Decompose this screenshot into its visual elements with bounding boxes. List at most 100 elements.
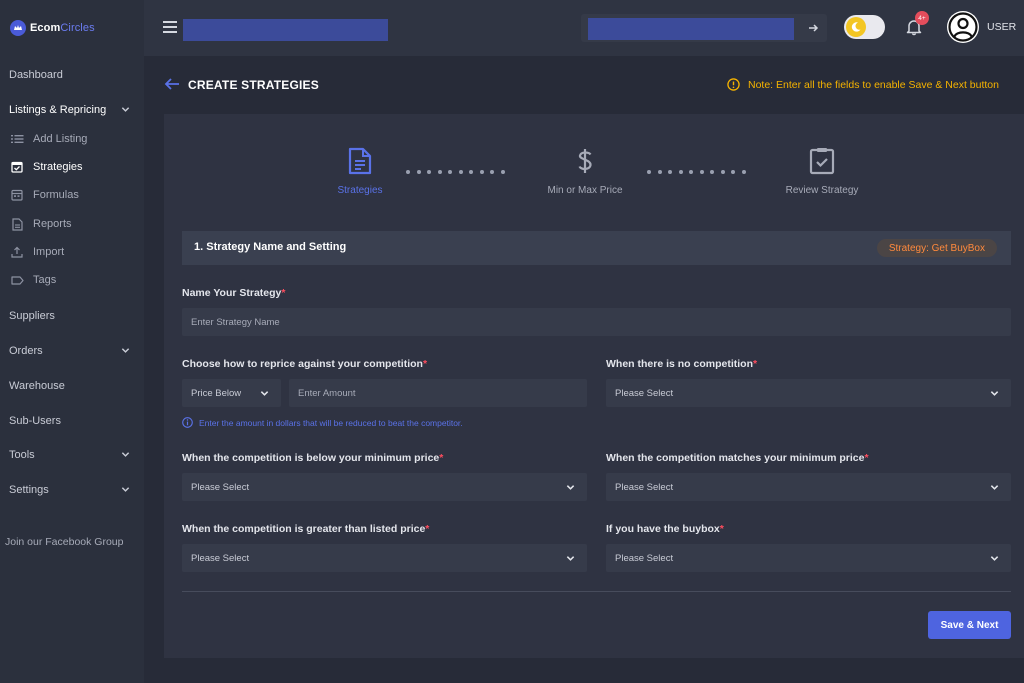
brand-logo[interactable]: EcomCircles bbox=[10, 18, 95, 38]
matches-min-select[interactable]: Please Select bbox=[606, 473, 1011, 501]
section-header: 1. Strategy Name and Setting Strategy: G… bbox=[182, 231, 1011, 265]
chevron-down-icon bbox=[990, 556, 999, 561]
chevron-down-icon bbox=[990, 391, 999, 396]
step-min-max-price[interactable]: Min or Max Price bbox=[535, 147, 635, 196]
search-input[interactable] bbox=[588, 18, 794, 40]
strategy-name-label: Name Your Strategy* bbox=[182, 287, 286, 299]
no-competition-select[interactable]: Please Select bbox=[606, 379, 1011, 407]
matches-min-label: When the competition matches your minimu… bbox=[606, 452, 869, 464]
select-value: Please Select bbox=[615, 552, 674, 564]
tag-icon bbox=[10, 273, 24, 287]
sidebar-subitem-label: Tags bbox=[33, 274, 57, 286]
sidebar-item-label: Sub-Users bbox=[9, 415, 61, 427]
document-icon bbox=[10, 217, 24, 231]
section-title: 1. Strategy Name and Setting bbox=[194, 241, 347, 253]
step-connector bbox=[406, 170, 505, 174]
select-value: Please Select bbox=[191, 552, 250, 564]
calendar-icon bbox=[10, 188, 24, 202]
chevron-down-icon bbox=[121, 452, 130, 457]
sidebar-item-suppliers[interactable]: Suppliers bbox=[0, 303, 144, 329]
sidebar-subitem-formulas[interactable]: Formulas bbox=[0, 183, 144, 207]
sidebar-subitem-import[interactable]: Import bbox=[0, 240, 144, 264]
sidebar-item-sub-users[interactable]: Sub-Users bbox=[0, 408, 144, 434]
chevron-down-icon bbox=[121, 107, 130, 112]
sidebar-subitem-tags[interactable]: Tags bbox=[0, 268, 144, 292]
form-divider bbox=[182, 591, 1011, 592]
list-icon bbox=[10, 132, 24, 146]
select-value: Please Select bbox=[615, 387, 674, 399]
reprice-amount-input[interactable] bbox=[289, 379, 587, 407]
sidebar-subitem-label: Import bbox=[33, 246, 65, 258]
no-competition-label: When there is no competition* bbox=[606, 358, 758, 370]
logo-icon bbox=[10, 20, 26, 36]
chevron-down-icon bbox=[566, 556, 575, 561]
sidebar-item-label: Settings bbox=[9, 484, 49, 496]
sidebar-item-label: Tools bbox=[9, 449, 35, 461]
hint-text: Enter the amount in dollars that will be… bbox=[199, 417, 463, 428]
theme-toggle[interactable] bbox=[844, 15, 885, 39]
menu-icon[interactable] bbox=[163, 21, 177, 33]
step-connector bbox=[647, 170, 746, 174]
sidebar-item-label: Warehouse bbox=[9, 380, 65, 392]
avatar[interactable] bbox=[947, 11, 979, 43]
sidebar-item-warehouse[interactable]: Warehouse bbox=[0, 373, 144, 399]
sidebar-subitem-label: Reports bbox=[33, 218, 72, 230]
save-next-button[interactable]: Save & Next bbox=[928, 611, 1011, 639]
calendar-check-icon bbox=[10, 160, 24, 174]
chevron-down-icon bbox=[121, 348, 130, 353]
sidebar-item-label: Orders bbox=[9, 345, 43, 357]
reprice-hint: Enter the amount in dollars that will be… bbox=[182, 417, 463, 428]
strategy-name-input[interactable] bbox=[182, 308, 1011, 336]
search-bar bbox=[581, 14, 827, 42]
step-label: Review Strategy bbox=[785, 185, 859, 196]
below-min-select[interactable]: Please Select bbox=[182, 473, 587, 501]
sidebar-subitem-label: Formulas bbox=[33, 189, 79, 201]
sidebar-subitem-label: Strategies bbox=[33, 161, 83, 173]
chevron-down-icon bbox=[990, 485, 999, 490]
top-bar: 4+ USER bbox=[144, 0, 1024, 56]
have-buybox-select[interactable]: Please Select bbox=[606, 544, 1011, 572]
sidebar-item-label: Dashboard bbox=[9, 69, 63, 81]
document-icon bbox=[322, 147, 398, 175]
sidebar-subitem-label: Add Listing bbox=[33, 133, 88, 145]
sidebar-item-listings-repricing[interactable]: Listings & Repricing bbox=[0, 97, 144, 123]
user-name[interactable]: USER bbox=[987, 21, 1016, 33]
user-icon bbox=[948, 12, 978, 42]
sidebar-subitem-strategies[interactable]: Strategies bbox=[0, 155, 144, 179]
sidebar-subitem-reports[interactable]: Reports bbox=[0, 212, 144, 236]
moon-icon bbox=[846, 17, 866, 37]
sidebar-item-settings[interactable]: Settings bbox=[0, 477, 144, 503]
arrow-right-icon bbox=[808, 24, 818, 32]
info-icon bbox=[182, 417, 193, 428]
sidebar-subitem-add-listing[interactable]: Add Listing bbox=[0, 127, 144, 151]
sidebar-item-tools[interactable]: Tools bbox=[0, 442, 144, 468]
dollar-icon bbox=[535, 147, 635, 175]
greater-listed-label: When the competition is greater than lis… bbox=[182, 523, 430, 535]
warning-circle-icon bbox=[727, 78, 740, 91]
app-root: EcomCircles Dashboard Listings & Reprici… bbox=[0, 0, 1024, 683]
reprice-mode-select[interactable]: Price Below bbox=[182, 379, 281, 407]
sidebar-item-label: Listings & Repricing bbox=[9, 104, 107, 116]
facebook-group-link[interactable]: Join our Facebook Group bbox=[5, 536, 123, 548]
note-text: Note: Enter all the fields to enable Sav… bbox=[748, 78, 999, 91]
step-label: Strategies bbox=[337, 185, 383, 196]
below-min-label: When the competition is below your minim… bbox=[182, 452, 444, 464]
step-review-strategy[interactable]: Review Strategy bbox=[776, 147, 868, 196]
upload-icon bbox=[10, 245, 24, 259]
arrow-left-icon[interactable] bbox=[164, 77, 180, 91]
sidebar-item-label: Suppliers bbox=[9, 310, 55, 322]
sidebar-item-dashboard[interactable]: Dashboard bbox=[0, 62, 144, 88]
sidebar-item-orders[interactable]: Orders bbox=[0, 338, 144, 364]
redacted-block bbox=[183, 19, 388, 41]
page-title: CREATE STRATEGIES bbox=[188, 78, 319, 92]
greater-listed-select[interactable]: Please Select bbox=[182, 544, 587, 572]
step-strategies[interactable]: Strategies bbox=[322, 147, 398, 196]
note-banner: Note: Enter all the fields to enable Sav… bbox=[727, 74, 1024, 94]
search-submit-button[interactable] bbox=[799, 14, 827, 42]
clipboard-check-icon bbox=[776, 147, 868, 175]
select-value: Please Select bbox=[615, 481, 674, 493]
brand-name: EcomCircles bbox=[30, 22, 95, 34]
sidebar: EcomCircles Dashboard Listings & Reprici… bbox=[0, 0, 144, 683]
step-label: Min or Max Price bbox=[547, 185, 623, 196]
notification-badge: 4+ bbox=[915, 11, 929, 25]
